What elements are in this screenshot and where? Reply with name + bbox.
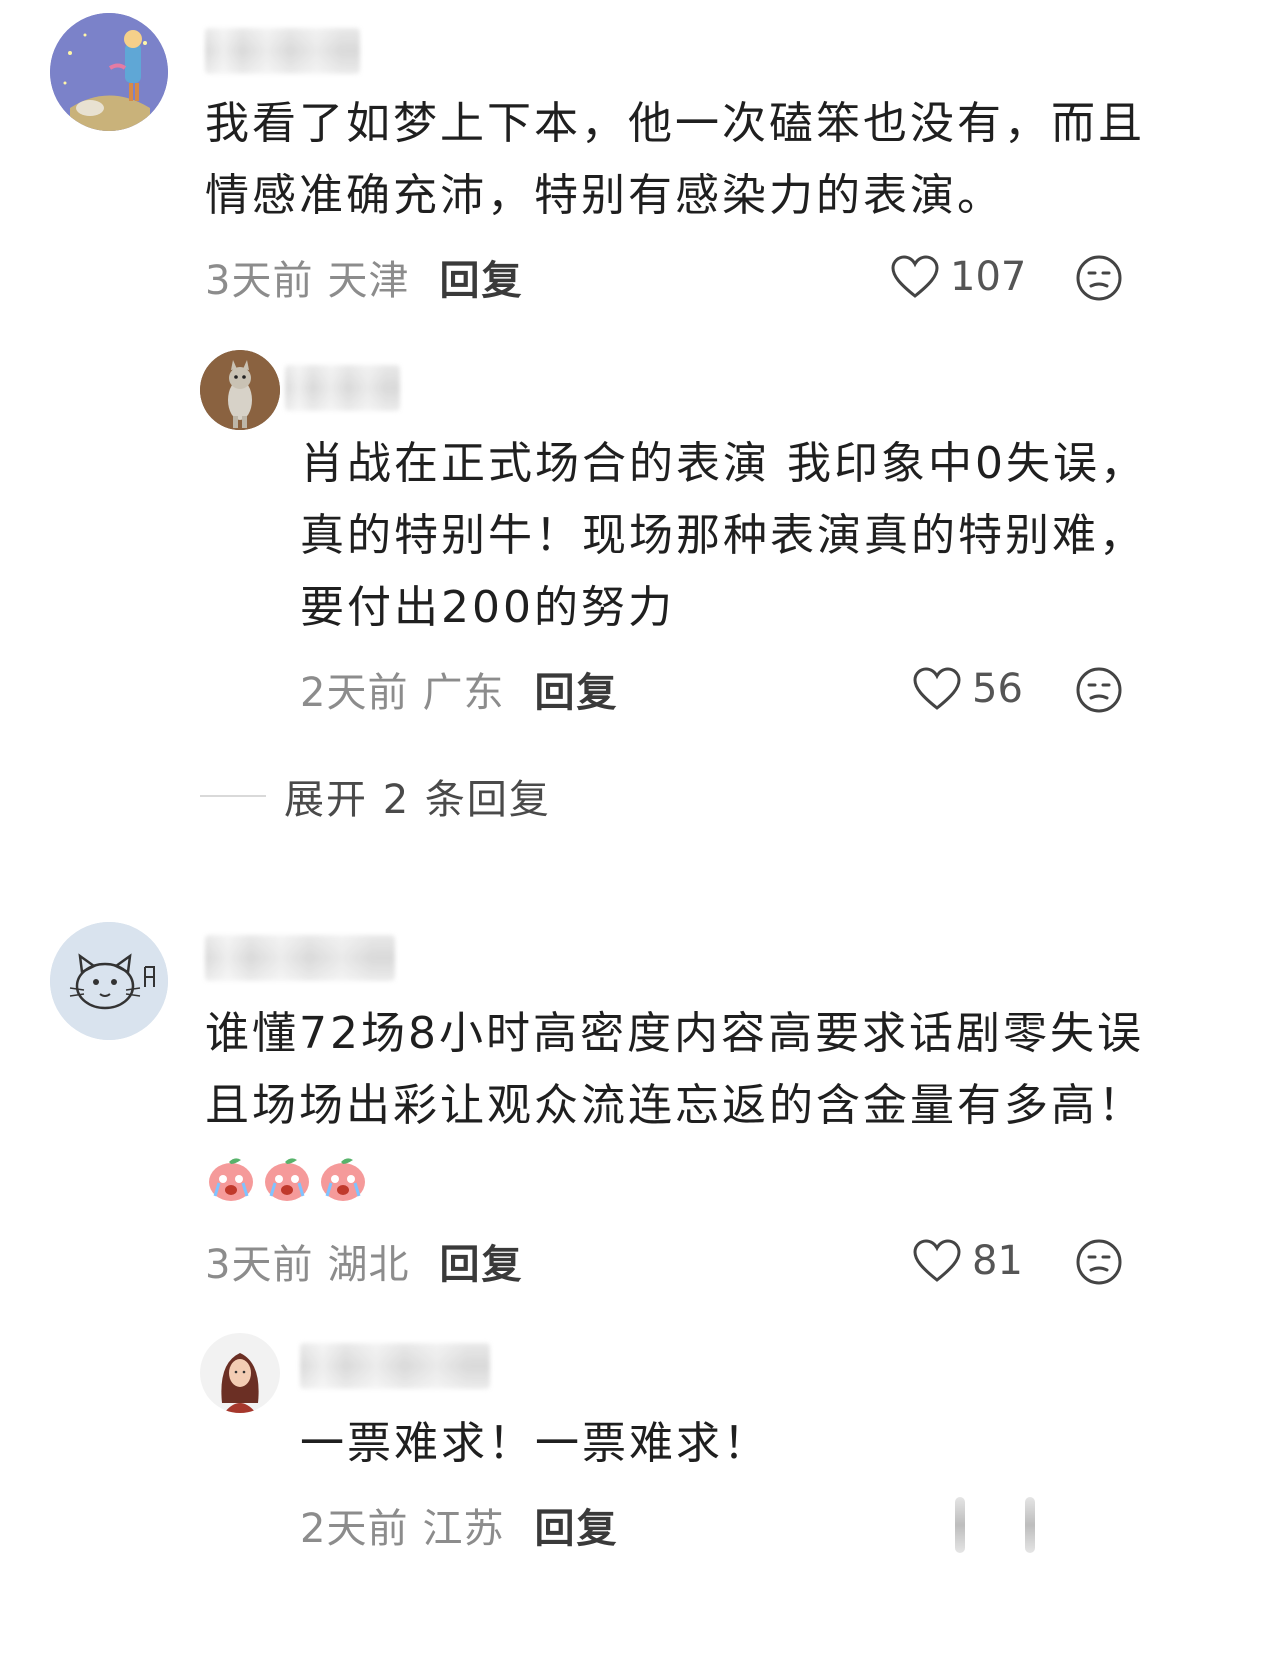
cut-off-icon	[1025, 1497, 1035, 1553]
meh-face-icon	[1076, 255, 1122, 301]
comment-time: 2天前	[300, 670, 409, 716]
partial-action-icons	[955, 1497, 1035, 1553]
comment-text-line: 谁懂72场8小时高密度内容高要求话剧零失误	[205, 1008, 1144, 1059]
username-blurred[interactable]	[285, 365, 400, 411]
like-count: 107	[950, 254, 1027, 300]
user-avatar[interactable]	[200, 1333, 280, 1413]
dislike-button[interactable]	[1075, 666, 1123, 714]
crying-peach-emoji	[261, 1152, 313, 1204]
crying-peach-emoji	[317, 1152, 369, 1204]
comment-text-line: 肖战在正式场合的表演 我印象中0失误，	[300, 438, 1147, 489]
heart-icon	[913, 1239, 961, 1282]
cat-sketch-avatar	[50, 922, 168, 1040]
comment-text-line: 且场场出彩让观众流连忘返的含金量有多高！	[205, 1080, 1145, 1131]
emoji-row	[205, 1152, 369, 1204]
heart-icon	[891, 255, 939, 298]
username-blurred[interactable]	[205, 28, 360, 74]
divider-line	[200, 795, 266, 797]
like-button[interactable]: 56	[912, 664, 1023, 714]
crying-peach-emoji	[205, 1152, 257, 1204]
user-avatar[interactable]	[50, 922, 168, 1040]
meh-face-icon	[1076, 667, 1122, 713]
comment-time: 3天前	[205, 1242, 314, 1288]
reply-button[interactable]: 回复	[439, 248, 523, 306]
kitten-avatar	[200, 350, 280, 430]
meh-face-icon	[1076, 1239, 1122, 1285]
comment-location: 湖北	[327, 1242, 410, 1288]
comment-location: 江苏	[422, 1506, 505, 1552]
dislike-button[interactable]	[1075, 1238, 1123, 1286]
like-count: 56	[972, 666, 1023, 712]
comment-meta: 3天前 湖北 回复	[205, 1236, 523, 1288]
cut-off-icon	[955, 1497, 965, 1553]
comment-text-line: 一票难求！一票难求！	[300, 1418, 770, 1469]
heart-icon	[913, 667, 961, 710]
comment-meta: 2天前 江苏 回复	[300, 1500, 618, 1552]
dislike-button[interactable]	[1075, 254, 1123, 302]
comment-location: 天津	[327, 258, 410, 304]
user-avatar[interactable]	[200, 350, 280, 430]
comment-text-line: 我看了如梦上下本，他一次磕笨也没有，而且	[205, 98, 1145, 149]
comment-text-line: 情感准确充沛，特别有感染力的表演。	[205, 170, 1004, 221]
expand-replies-button[interactable]: 展开 2 条回复	[200, 770, 551, 823]
comment-time: 3天前	[205, 258, 314, 304]
comment-location: 广东	[422, 670, 505, 716]
reply-button[interactable]: 回复	[439, 1232, 523, 1290]
username-blurred[interactable]	[300, 1343, 490, 1389]
comment-text-line: 真的特别牛！现场那种表演真的特别难，	[300, 510, 1146, 561]
reply-button[interactable]: 回复	[534, 660, 618, 718]
expand-replies-label: 展开 2 条回复	[284, 777, 551, 823]
like-count: 81	[972, 1238, 1023, 1284]
comment-meta: 3天前 天津 回复	[205, 252, 523, 304]
username-blurred[interactable]	[205, 935, 395, 981]
reply-button[interactable]: 回复	[534, 1496, 618, 1554]
like-button[interactable]: 81	[912, 1236, 1023, 1286]
user-avatar[interactable]	[50, 13, 168, 131]
comment-time: 2天前	[300, 1506, 409, 1552]
like-button[interactable]: 107	[890, 252, 1026, 302]
little-prince-avatar	[50, 13, 168, 131]
comment-text-line: 要付出200的努力	[300, 582, 675, 633]
comment-meta: 2天前 广东 回复	[300, 664, 618, 716]
woman-avatar	[200, 1333, 280, 1413]
